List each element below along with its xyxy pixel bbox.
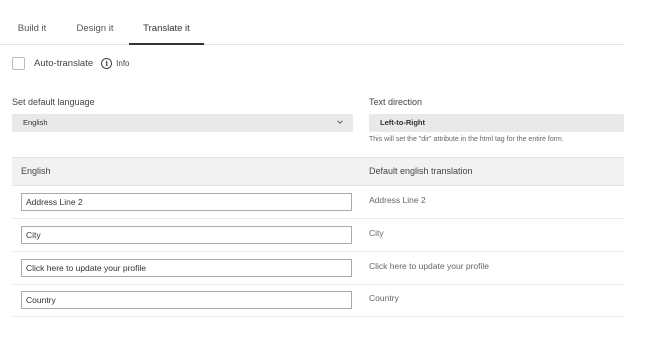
chevron-down-icon <box>337 120 343 124</box>
table-row: Address Line 2 <box>12 186 624 219</box>
auto-translate-checkbox[interactable] <box>12 56 25 70</box>
translation-table-header: English Default english translation <box>12 157 624 186</box>
translation-input[interactable] <box>21 226 352 244</box>
default-translation-text: Address Line 2 <box>369 195 426 205</box>
default-language-select[interactable]: English <box>12 114 353 132</box>
info-label: Info <box>116 58 130 68</box>
translation-input[interactable] <box>21 291 352 309</box>
info-icon: i <box>101 57 113 69</box>
default-language-value: English <box>23 118 48 127</box>
text-direction-hint: This will set the "dir" attribute in the… <box>369 136 564 143</box>
tab-design-it[interactable]: Design it <box>72 0 118 44</box>
column-header-default-translation: Default english translation <box>369 166 473 176</box>
default-translation-text: Country <box>369 293 399 303</box>
table-row: City <box>12 219 624 252</box>
text-direction-field: Left-to-Right <box>369 114 624 132</box>
text-direction-label: Text direction <box>369 97 423 107</box>
translation-input[interactable] <box>21 193 352 211</box>
tab-bar: Build it Design it Translate it <box>0 0 624 45</box>
default-translation-text: City <box>369 228 384 238</box>
translation-input[interactable] <box>21 259 352 277</box>
table-row: Country <box>12 284 624 317</box>
auto-translate-row: Auto-translate i Info <box>12 55 130 71</box>
default-translation-text: Click here to update your profile <box>369 261 490 271</box>
auto-translate-label: Auto-translate <box>34 57 94 69</box>
column-header-english: English <box>21 166 51 176</box>
tab-build-it[interactable]: Build it <box>12 0 52 44</box>
tab-translate-it[interactable]: Translate it <box>129 0 204 45</box>
default-language-label: Set default language <box>12 97 95 107</box>
info-link[interactable]: i Info <box>101 57 130 69</box>
text-direction-value: Left-to-Right <box>380 118 425 127</box>
table-row: Click here to update your profile <box>12 252 624 285</box>
